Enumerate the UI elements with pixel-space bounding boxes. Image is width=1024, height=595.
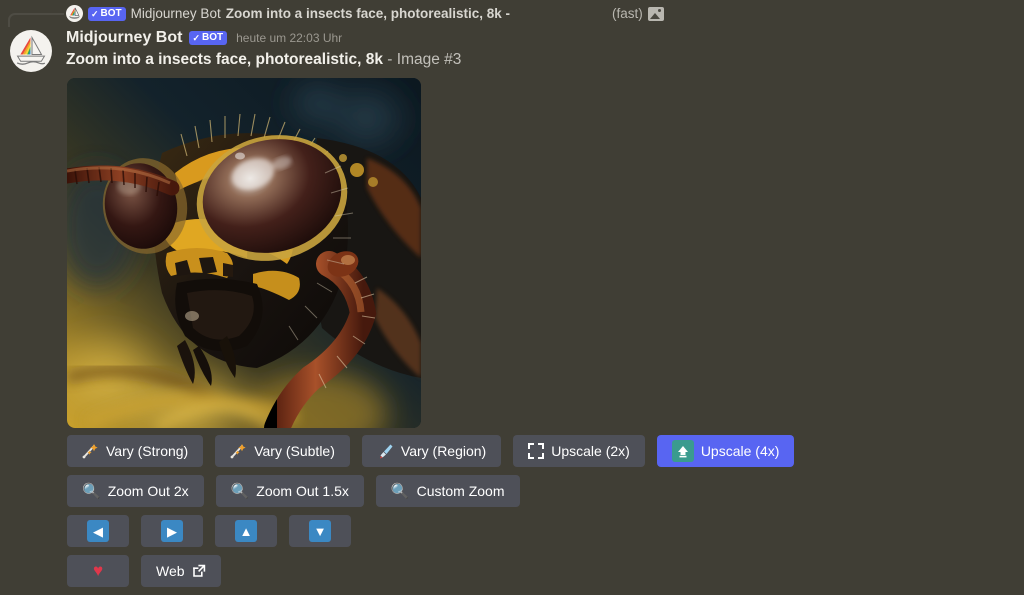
favorite-button[interactable]: ♥: [67, 555, 129, 587]
zoom-out-2x-label: Zoom Out 2x: [107, 483, 189, 499]
verified-check-icon: ✓: [192, 33, 200, 43]
verified-check-icon: ✓: [91, 8, 99, 19]
midjourney-sailboat-avatar-icon: [66, 5, 83, 22]
generated-image[interactable]: [67, 78, 421, 428]
pan-left-button[interactable]: ◀: [67, 515, 129, 547]
vary-region-button[interactable]: Vary (Region): [361, 435, 502, 467]
fast-mode-label: (fast): [612, 6, 643, 21]
arrow-up-icon: ▲: [235, 520, 257, 542]
paintbrush-icon: [377, 443, 394, 459]
upscale-4x-button[interactable]: Upscale (4x): [656, 435, 795, 467]
action-button-panel: Vary (Strong) Vary (Subtle) Vary (Region…: [67, 435, 967, 595]
image-index-label: - Image #3: [382, 51, 462, 68]
bot-badge: ✓ BOT: [88, 6, 126, 21]
magnifier-icon: 🔍: [230, 482, 250, 500]
message-header: Midjourney Bot ✓ BOT heute um 22:03 Uhr: [66, 29, 342, 47]
pan-up-button[interactable]: ▲: [215, 515, 277, 547]
magnifier-icon: 🔍: [82, 482, 101, 500]
heart-icon: ♥: [92, 561, 104, 580]
arrow-left-icon: ◀: [87, 520, 109, 542]
sparkle-icon: [82, 443, 99, 459]
button-row-variations: Vary (Strong) Vary (Subtle) Vary (Region…: [67, 435, 967, 467]
upscale-arrow-icon: [671, 440, 694, 462]
button-row-misc: ♥ Web: [67, 555, 967, 587]
arrow-down-icon: ▼: [309, 520, 331, 542]
zoom-out-1-5x-button[interactable]: 🔍 Zoom Out 1.5x: [215, 475, 364, 507]
vary-region-label: Vary (Region): [400, 443, 487, 459]
vary-subtle-button[interactable]: Vary (Subtle): [215, 435, 350, 467]
upscale-4x-label: Upscale (4x): [700, 443, 780, 459]
reply-reference-content[interactable]: ✓ BOT Midjourney Bot Zoom into a insects…: [66, 0, 510, 27]
button-row-pan: ◀ ▶ ▲ ▼: [67, 515, 967, 547]
magnifier-icon: 🔍: [390, 482, 410, 500]
web-button[interactable]: Web: [141, 555, 221, 587]
reply-spine-line: [8, 13, 64, 27]
prompt-line: Zoom into a insects face, photorealistic…: [66, 51, 461, 69]
expand-icon: [528, 443, 545, 459]
message-timestamp: heute um 22:03 Uhr: [236, 31, 343, 45]
web-label: Web: [156, 563, 185, 579]
zoom-out-1-5x-label: Zoom Out 1.5x: [256, 483, 349, 499]
vary-strong-label: Vary (Strong): [106, 443, 189, 459]
upscale-2x-button[interactable]: Upscale (2x): [513, 435, 645, 467]
pan-down-button[interactable]: ▼: [289, 515, 351, 547]
bot-badge-label: BOT: [100, 7, 122, 19]
zoom-out-2x-button[interactable]: 🔍 Zoom Out 2x: [67, 475, 204, 507]
prompt-text: Zoom into a insects face, photorealistic…: [66, 51, 383, 68]
upscale-2x-label: Upscale (2x): [551, 443, 630, 459]
reply-mode-indicator: (fast): [612, 0, 664, 27]
reply-reference-bar[interactable]: ✓ BOT Midjourney Bot Zoom into a insects…: [0, 0, 1024, 27]
custom-zoom-label: Custom Zoom: [416, 483, 505, 499]
custom-zoom-button[interactable]: 🔍 Custom Zoom: [375, 475, 520, 507]
reply-message-text: Zoom into a insects face, photorealistic…: [225, 6, 511, 21]
image-attachment-icon: [647, 6, 664, 21]
bot-badge-label: BOT: [201, 32, 224, 43]
midjourney-sailboat-avatar[interactable]: [10, 30, 52, 72]
pan-right-button[interactable]: ▶: [141, 515, 203, 547]
reply-author-name: Midjourney Bot: [130, 6, 221, 21]
vary-strong-button[interactable]: Vary (Strong): [67, 435, 204, 467]
sparkle-icon: [230, 443, 247, 459]
arrow-right-icon: ▶: [161, 520, 183, 542]
bot-badge: ✓ BOT: [189, 31, 228, 45]
vary-subtle-label: Vary (Subtle): [254, 443, 335, 459]
message-author-name[interactable]: Midjourney Bot: [66, 29, 182, 47]
external-link-icon: [192, 564, 206, 578]
button-row-zoom: 🔍 Zoom Out 2x 🔍 Zoom Out 1.5x 🔍 Custom Z…: [67, 475, 967, 507]
